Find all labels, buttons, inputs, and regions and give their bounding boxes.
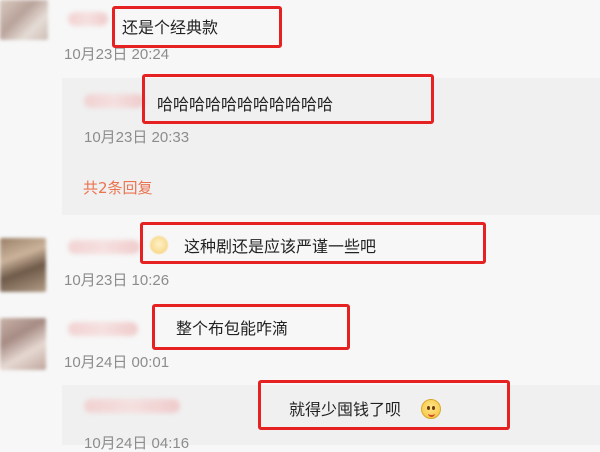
reply-username[interactable] <box>84 94 144 108</box>
avatar[interactable] <box>0 318 46 370</box>
reply-timestamp: 10月23日 20:33 <box>84 129 190 146</box>
username[interactable] <box>68 240 140 254</box>
reply-username[interactable] <box>84 399 180 413</box>
username[interactable] <box>68 12 108 26</box>
annotation-box <box>142 74 434 124</box>
more-replies-link[interactable]: 共2条回复 <box>83 181 153 196</box>
comment-timestamp: 10月23日 20:24 <box>64 46 170 63</box>
annotation-box <box>152 304 350 350</box>
username[interactable] <box>68 322 138 336</box>
avatar[interactable] <box>0 0 48 40</box>
annotation-box <box>258 380 510 430</box>
avatar[interactable] <box>0 238 46 292</box>
annotation-box <box>140 222 486 264</box>
annotation-box <box>112 6 282 48</box>
comment-timestamp: 10月24日 00:01 <box>64 354 170 371</box>
reply-timestamp: 10月24日 04:16 <box>84 435 190 452</box>
comment-timestamp: 10月23日 10:26 <box>64 272 170 289</box>
